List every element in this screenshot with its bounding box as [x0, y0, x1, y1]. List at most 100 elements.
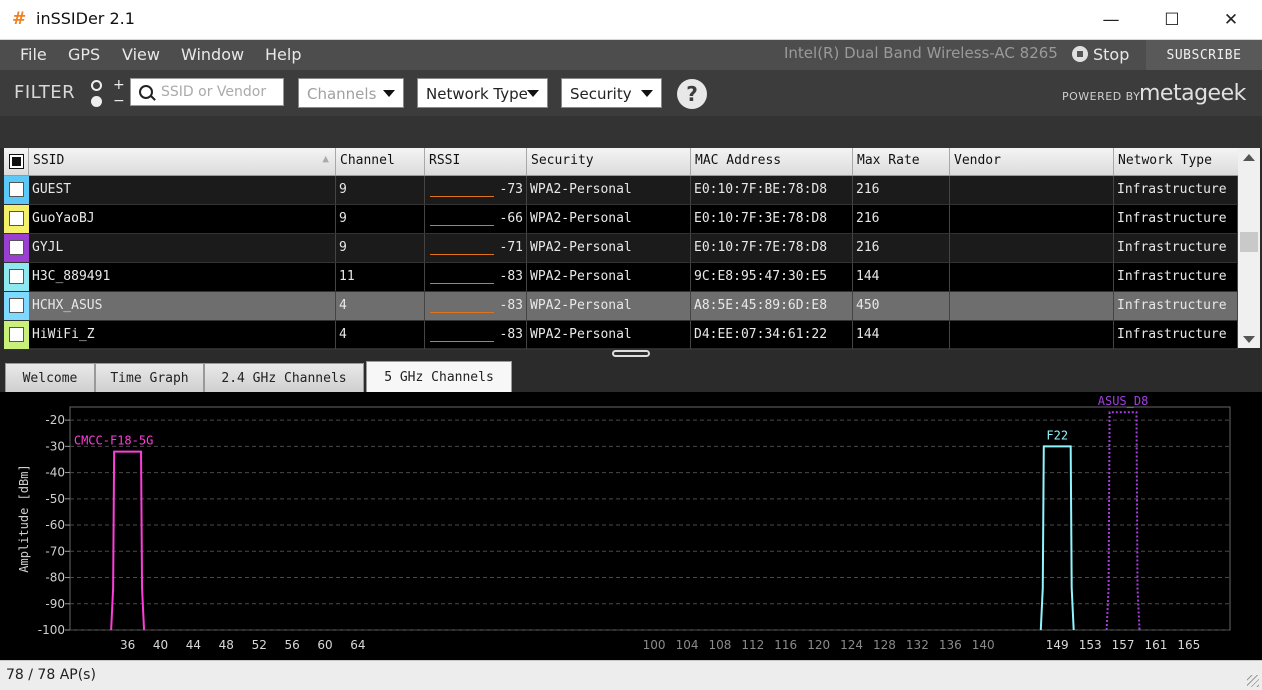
cell-vendor	[950, 176, 1114, 204]
x-tick-label: 132	[906, 638, 929, 652]
y-tick-label: -90	[45, 597, 65, 611]
search-input[interactable]	[161, 79, 281, 105]
cell-ssid: GUEST	[29, 176, 336, 204]
table-row[interactable]: HCHX_ASUS 4 -83 WPA2-Personal A8:5E:45:89:6D…	[4, 292, 1238, 321]
row-color-checkbox[interactable]	[4, 292, 29, 320]
menu-view[interactable]: View	[122, 45, 160, 64]
scroll-thumb[interactable]	[1240, 232, 1258, 252]
title-bar: # inSSIDer 2.1 — ☐ ✕	[0, 0, 1262, 40]
menu-window[interactable]: Window	[181, 45, 244, 64]
window-title: inSSIDer 2.1	[36, 9, 135, 28]
table-row[interactable]: GuoYaoBJ 9 -66 WPA2-Personal E0:10:7F:3E:78:…	[4, 205, 1238, 234]
subscribe-button[interactable]: SUBSCRIBE	[1146, 40, 1262, 70]
vertical-scrollbar[interactable]	[1238, 148, 1260, 348]
x-tick-label: 157	[1112, 638, 1135, 652]
x-tick-label: 36	[120, 638, 135, 652]
select-all-checkbox[interactable]	[4, 148, 29, 175]
scroll-down-icon[interactable]	[1243, 336, 1255, 343]
row-color-checkbox[interactable]	[4, 205, 29, 233]
cell-security: WPA2-Personal	[527, 205, 691, 233]
y-tick-label: -30	[45, 439, 65, 453]
menu-file[interactable]: File	[20, 45, 47, 64]
row-color-checkbox[interactable]	[4, 321, 29, 349]
y-tick-label: -60	[45, 518, 65, 532]
minimize-button[interactable]: —	[1080, 0, 1142, 39]
table-row[interactable]: H3C_889491 11 -83 WPA2-Personal 9C:E8:95:47:…	[4, 263, 1238, 292]
plus-icon: +	[113, 77, 125, 93]
row-color-checkbox[interactable]	[4, 263, 29, 291]
toggle-off-icon	[91, 96, 102, 107]
column-vendor[interactable]: Vendor	[950, 148, 1114, 175]
scroll-up-icon[interactable]	[1243, 154, 1255, 161]
rssi-value: -73	[499, 182, 523, 197]
cell-rssi: -83	[425, 263, 527, 291]
network-table: SSID ▲ Channel RSSI Security MAC Address…	[4, 148, 1238, 350]
cell-vendor	[950, 234, 1114, 262]
filter-toggle[interactable]: + −	[89, 76, 125, 110]
column-max-rate[interactable]: Max Rate	[853, 148, 950, 175]
cell-channel: 9	[336, 176, 425, 204]
tab-24ghz-channels[interactable]: 2.4 GHz Channels	[204, 363, 364, 392]
channels-dropdown[interactable]: Channels	[298, 78, 404, 108]
x-tick-label: 153	[1079, 638, 1102, 652]
security-label: Security	[570, 85, 632, 103]
tab-5ghz-channels[interactable]: 5 GHz Channels	[366, 361, 512, 392]
table-row[interactable]: HiWiFi_Z 4 -83 WPA2-Personal D4:EE:07:34:61:…	[4, 321, 1238, 350]
x-tick-label: 140	[972, 638, 995, 652]
menu-gps[interactable]: GPS	[68, 45, 100, 64]
table-row[interactable]: GUEST 9 -73 WPA2-Personal E0:10:7F:BE:78:D8 2…	[4, 176, 1238, 205]
column-network-type[interactable]: Network Type	[1114, 148, 1238, 175]
resize-grip[interactable]	[1247, 675, 1259, 687]
pane-splitter[interactable]	[612, 350, 650, 357]
cell-mac: 9C:E8:95:47:30:E5	[691, 263, 853, 291]
column-channel[interactable]: Channel	[336, 148, 425, 175]
cell-ssid: H3C_889491	[29, 263, 336, 291]
cell-network-type: Infrastructure	[1114, 292, 1238, 320]
security-dropdown[interactable]: Security	[561, 78, 662, 108]
channel-graph: -20 -30 -40 -50 -60 -70 -80 -90 -100 Amplitude [d…	[0, 392, 1262, 660]
cell-network-type: Infrastructure	[1114, 321, 1238, 349]
column-security[interactable]: Security	[527, 148, 691, 175]
rssi-sparkline	[430, 225, 494, 226]
tab-time-graph[interactable]: Time Graph	[95, 363, 204, 392]
column-ssid[interactable]: SSID ▲	[29, 148, 336, 175]
cell-vendor	[950, 205, 1114, 233]
rssi-sparkline	[430, 341, 494, 342]
channels-label: Channels	[307, 85, 377, 103]
signal-curve	[110, 450, 146, 631]
x-tick-label: 104	[676, 638, 699, 652]
tab-welcome[interactable]: Welcome	[5, 363, 95, 392]
column-ssid-label: SSID	[33, 153, 65, 168]
y-tick-label: -40	[45, 466, 65, 480]
adapter-selector[interactable]: Intel(R) Dual Band Wireless-AC 8265	[784, 44, 1058, 62]
column-mac-address[interactable]: MAC Address	[691, 148, 853, 175]
x-tick-label: 120	[807, 638, 830, 652]
cell-channel: 9	[336, 234, 425, 262]
filter-bar: FILTER + − Channels Network Type Securit…	[0, 70, 1262, 148]
close-button[interactable]: ✕	[1200, 0, 1262, 39]
signal-label: F22	[1046, 428, 1068, 442]
help-button[interactable]: ?	[677, 79, 707, 109]
stop-button[interactable]: Stop	[1072, 43, 1129, 65]
chevron-down-icon	[383, 90, 395, 97]
cell-rssi: -83	[425, 292, 527, 320]
x-tick-label: 44	[186, 638, 201, 652]
rssi-value: -66	[499, 211, 523, 226]
row-color-checkbox[interactable]	[4, 234, 29, 262]
x-tick-label: 52	[252, 638, 267, 652]
network-type-dropdown[interactable]: Network Type	[417, 78, 548, 108]
cell-security: WPA2-Personal	[527, 263, 691, 291]
sort-asc-icon: ▲	[322, 152, 329, 165]
cell-channel: 9	[336, 205, 425, 233]
column-rssi[interactable]: RSSI	[425, 148, 527, 175]
menu-help[interactable]: Help	[265, 45, 301, 64]
powered-by-label: POWERED BY	[1062, 90, 1141, 103]
x-tick-label: 128	[873, 638, 896, 652]
maximize-button[interactable]: ☐	[1141, 0, 1203, 39]
x-tick-label: 161	[1145, 638, 1168, 652]
row-color-checkbox[interactable]	[4, 176, 29, 204]
table-row[interactable]: GYJL 9 -71 WPA2-Personal E0:10:7F:7E:78:D8 21…	[4, 234, 1238, 263]
rssi-sparkline	[430, 254, 494, 255]
x-tick-label: 56	[284, 638, 299, 652]
search-box[interactable]	[130, 78, 284, 106]
